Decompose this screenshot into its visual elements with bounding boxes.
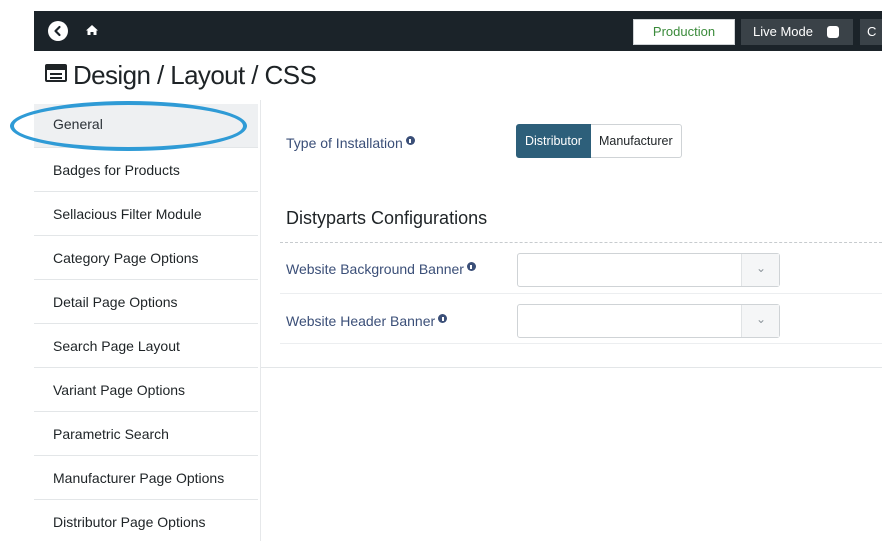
sidebar-item-badges-for-products[interactable]: Badges for Products <box>34 148 258 192</box>
bg-banner-select[interactable]: ⌄ <box>517 253 780 287</box>
distributor-option[interactable]: Distributor <box>516 124 591 158</box>
section-title: Distyparts Configurations <box>286 208 488 228</box>
section-divider <box>280 242 882 243</box>
sidebar-item-category-page-options[interactable]: Category Page Options <box>34 236 258 280</box>
bg-banner-text: Website Background Banner <box>286 261 464 277</box>
sidebar-item-manufacturer-page-options[interactable]: Manufacturer Page Options <box>34 456 258 500</box>
sidebar-item-detail-page-options[interactable]: Detail Page Options <box>34 280 258 324</box>
home-icon[interactable] <box>84 22 100 38</box>
production-button[interactable]: Production <box>633 19 735 45</box>
content-panel-border <box>261 367 882 368</box>
manufacturer-option[interactable]: Manufacturer <box>590 124 682 158</box>
back-icon[interactable] <box>48 21 68 41</box>
header-banner-text: Website Header Banner <box>286 313 436 329</box>
page-title: Design / Layout / CSS <box>73 60 317 90</box>
row-divider <box>280 343 882 344</box>
app-frame: Production Live Mode C Design / Layout /… <box>34 0 882 541</box>
header-banner-select[interactable]: ⌄ <box>517 304 780 338</box>
truncated-toolbar-button[interactable]: C <box>860 19 882 45</box>
bg-banner-label: Website Background Banner <box>286 261 476 277</box>
sidebar-divider <box>260 100 261 541</box>
installation-type-label: Type of Installation <box>286 135 415 151</box>
info-icon[interactable] <box>466 262 476 271</box>
live-mode-button[interactable]: Live Mode <box>741 19 853 45</box>
highlight-annotation <box>10 101 247 151</box>
chevron-down-icon[interactable]: ⌄ <box>741 305 779 337</box>
info-icon[interactable] <box>438 314 448 323</box>
live-mode-toggle-icon <box>827 26 839 38</box>
live-mode-label: Live Mode <box>753 24 813 39</box>
chevron-down-icon[interactable]: ⌄ <box>741 254 779 286</box>
installation-type-text: Type of Installation <box>286 135 403 151</box>
sidebar-item-distributor-page-options[interactable]: Distributor Page Options <box>34 500 258 541</box>
sidebar-item-search-page-layout[interactable]: Search Page Layout <box>34 324 258 368</box>
header-banner-label: Website Header Banner <box>286 313 448 329</box>
list-icon <box>45 64 67 82</box>
sidebar-item-variant-page-options[interactable]: Variant Page Options <box>34 368 258 412</box>
sidebar-item-parametric-search[interactable]: Parametric Search <box>34 412 258 456</box>
info-icon[interactable] <box>405 136 415 145</box>
top-toolbar: Production Live Mode C <box>34 11 882 51</box>
row-divider <box>280 293 882 294</box>
installation-type-toggle: Distributor Manufacturer <box>516 124 682 158</box>
sidebar-item-sellacious-filter-module[interactable]: Sellacious Filter Module <box>34 192 258 236</box>
